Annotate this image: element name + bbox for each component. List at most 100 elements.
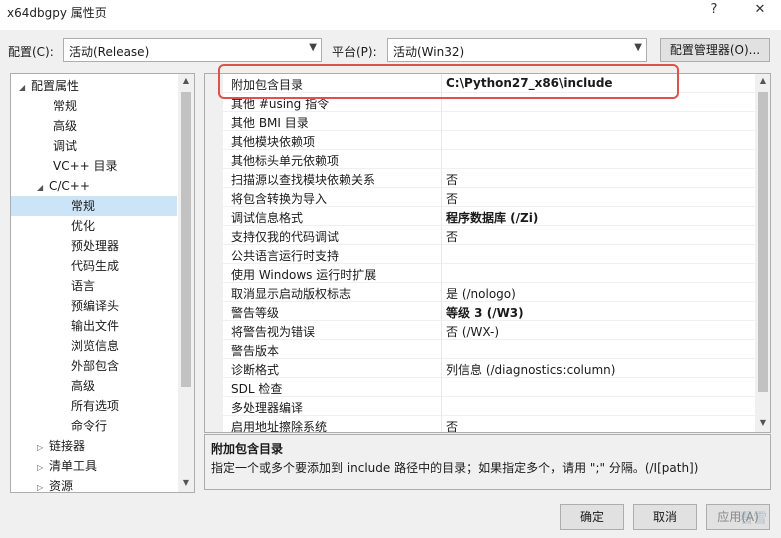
property-row[interactable]: 将包含转换为导入 否: [205, 188, 755, 207]
column-divider: [441, 150, 442, 169]
tree-item[interactable]: 所有选项: [11, 396, 177, 416]
tree-item[interactable]: 优化: [11, 216, 177, 236]
property-value[interactable]: 否: [446, 228, 746, 245]
collapsed-triangle-icon[interactable]: ▷: [37, 438, 49, 458]
tree-item[interactable]: 高级: [11, 116, 177, 136]
tree-item[interactable]: 高级: [11, 376, 177, 396]
tree-item[interactable]: 外部包含: [11, 356, 177, 376]
property-row[interactable]: 其他 BMI 目录: [205, 112, 755, 131]
property-tree[interactable]: ◢ 配置属性 常规 高级 调试 VC++ 目录 ◢ C/C++ 常规 优化 预处理器 代码生成 语言 预编…: [10, 73, 195, 493]
tree-item[interactable]: ▷ 链接器: [11, 436, 177, 456]
tree-item[interactable]: 调试: [11, 136, 177, 156]
column-divider: [441, 302, 442, 321]
scroll-up-icon[interactable]: ▲: [755, 76, 770, 85]
tree-item[interactable]: ◢ 配置属性: [11, 76, 177, 96]
tree-item-label: 输出文件: [71, 319, 120, 333]
column-divider: [441, 226, 442, 245]
tree-item-label: 优化: [71, 219, 96, 233]
column-divider: [441, 378, 442, 397]
property-name: 支持仅我的代码调试: [231, 230, 340, 244]
property-row[interactable]: 其他模块依赖项: [205, 131, 755, 150]
property-name: 其他 BMI 目录: [231, 116, 309, 130]
close-button[interactable]: ✕: [748, 2, 772, 17]
property-row[interactable]: 警告等级 等级 3 (/W3): [205, 302, 755, 321]
config-manager-button[interactable]: 配置管理器(O)...: [660, 38, 770, 62]
platform-label: 平台(P):: [332, 45, 377, 59]
tree-item[interactable]: VC++ 目录: [11, 156, 177, 176]
property-row[interactable]: SDL 检查: [205, 378, 755, 397]
property-row[interactable]: 使用 Windows 运行时扩展: [205, 264, 755, 283]
column-divider: [441, 416, 442, 432]
expanded-triangle-icon[interactable]: ◢: [19, 78, 31, 98]
property-name: 警告等级: [231, 306, 280, 320]
property-name: 启用地址擦除系统: [231, 420, 328, 433]
tree-item[interactable]: 浏览信息: [11, 336, 177, 356]
tree-item-label: 预处理器: [71, 239, 120, 253]
property-row[interactable]: 诊断格式 列信息 (/diagnostics:column): [205, 359, 755, 378]
column-divider: [441, 359, 442, 378]
property-value[interactable]: 否: [446, 418, 746, 432]
property-row[interactable]: 扫描源以查找模块依赖关系 否: [205, 169, 755, 188]
property-value[interactable]: C:\Python27_x86\include: [446, 76, 746, 90]
tree-item-label: VC++ 目录: [53, 159, 118, 173]
property-name: 将警告视为错误: [231, 325, 316, 339]
scroll-up-icon[interactable]: ▲: [178, 76, 194, 85]
property-row[interactable]: 多处理器编译: [205, 397, 755, 416]
tree-item[interactable]: ▷ 清单工具: [11, 456, 177, 476]
description-text: 指定一个或多个要添加到 include 路径中的目录；如果指定多个，请用 ";"…: [211, 461, 699, 475]
scroll-down-icon[interactable]: ▼: [755, 418, 770, 427]
property-row[interactable]: 公共语言运行时支持: [205, 245, 755, 264]
property-row[interactable]: 警告版本: [205, 340, 755, 359]
scroll-down-icon[interactable]: ▼: [178, 478, 194, 487]
tree-scroll-thumb[interactable]: [181, 92, 191, 387]
tree-item-label: 语言: [71, 279, 96, 293]
column-divider: [441, 321, 442, 340]
property-row[interactable]: 支持仅我的代码调试 否: [205, 226, 755, 245]
tree-item[interactable]: 预编译头: [11, 296, 177, 316]
tree-item[interactable]: 命令行: [11, 416, 177, 436]
property-row[interactable]: 调试信息格式 程序数据库 (/Zi): [205, 207, 755, 226]
platform-select[interactable]: 活动(Win32) ▼: [387, 38, 647, 62]
config-select[interactable]: 活动(Release) ▼: [63, 38, 322, 62]
property-value[interactable]: 否: [446, 190, 746, 207]
tree-item[interactable]: ◢ C/C++: [11, 176, 177, 196]
tree-item[interactable]: 常规: [11, 196, 177, 216]
config-label: 配置(C):: [8, 45, 54, 59]
property-row[interactable]: 附加包含目录 C:\Python27_x86\include: [205, 74, 755, 93]
property-grid[interactable]: ▲ ▼ 附加包含目录 C:\Python27_x86\include 其他 #usi…: [204, 73, 771, 433]
tree-item[interactable]: 预处理器: [11, 236, 177, 256]
grid-scroll-thumb[interactable]: [758, 92, 768, 392]
help-button[interactable]: ?: [702, 2, 726, 17]
property-value[interactable]: 程序数据库 (/Zi): [446, 209, 746, 226]
tree-item[interactable]: 输出文件: [11, 316, 177, 336]
column-divider: [441, 264, 442, 283]
property-value[interactable]: 列信息 (/diagnostics:column): [446, 361, 746, 378]
property-row[interactable]: 取消显示启动版权标志 是 (/nologo): [205, 283, 755, 302]
tree-scrollbar[interactable]: ▲ ▼: [178, 74, 194, 492]
cancel-button[interactable]: 取消: [633, 504, 697, 530]
property-name: 调试信息格式: [231, 211, 304, 225]
property-value[interactable]: 是 (/nologo): [446, 285, 746, 302]
tree-item[interactable]: 语言: [11, 276, 177, 296]
property-value[interactable]: 否: [446, 171, 746, 188]
tree-item-label: 配置属性: [31, 79, 80, 93]
property-row[interactable]: 其他 #using 指令: [205, 93, 755, 112]
property-value[interactable]: 否 (/WX-): [446, 323, 746, 340]
collapsed-triangle-icon[interactable]: ▷: [37, 478, 49, 492]
property-name: 其他 #using 指令: [231, 97, 330, 111]
tree-item[interactable]: 常规: [11, 96, 177, 116]
tree-item[interactable]: 代码生成: [11, 256, 177, 276]
property-name: 警告版本: [231, 344, 280, 358]
property-value[interactable]: 等级 3 (/W3): [446, 304, 746, 321]
expanded-triangle-icon[interactable]: ◢: [37, 178, 49, 198]
property-row[interactable]: 将警告视为错误 否 (/WX-): [205, 321, 755, 340]
property-name: 附加包含目录: [231, 78, 304, 92]
property-name: 其他标头单元依赖项: [231, 154, 340, 168]
property-row[interactable]: 其他标头单元依赖项: [205, 150, 755, 169]
tree-item-label: 浏览信息: [71, 339, 120, 353]
tree-item[interactable]: ▷ 资源: [11, 476, 177, 492]
property-row[interactable]: 启用地址擦除系统 否: [205, 416, 755, 433]
ok-button[interactable]: 确定: [560, 504, 624, 530]
collapsed-triangle-icon[interactable]: ▷: [37, 458, 49, 478]
grid-scrollbar[interactable]: ▲ ▼: [755, 74, 770, 432]
